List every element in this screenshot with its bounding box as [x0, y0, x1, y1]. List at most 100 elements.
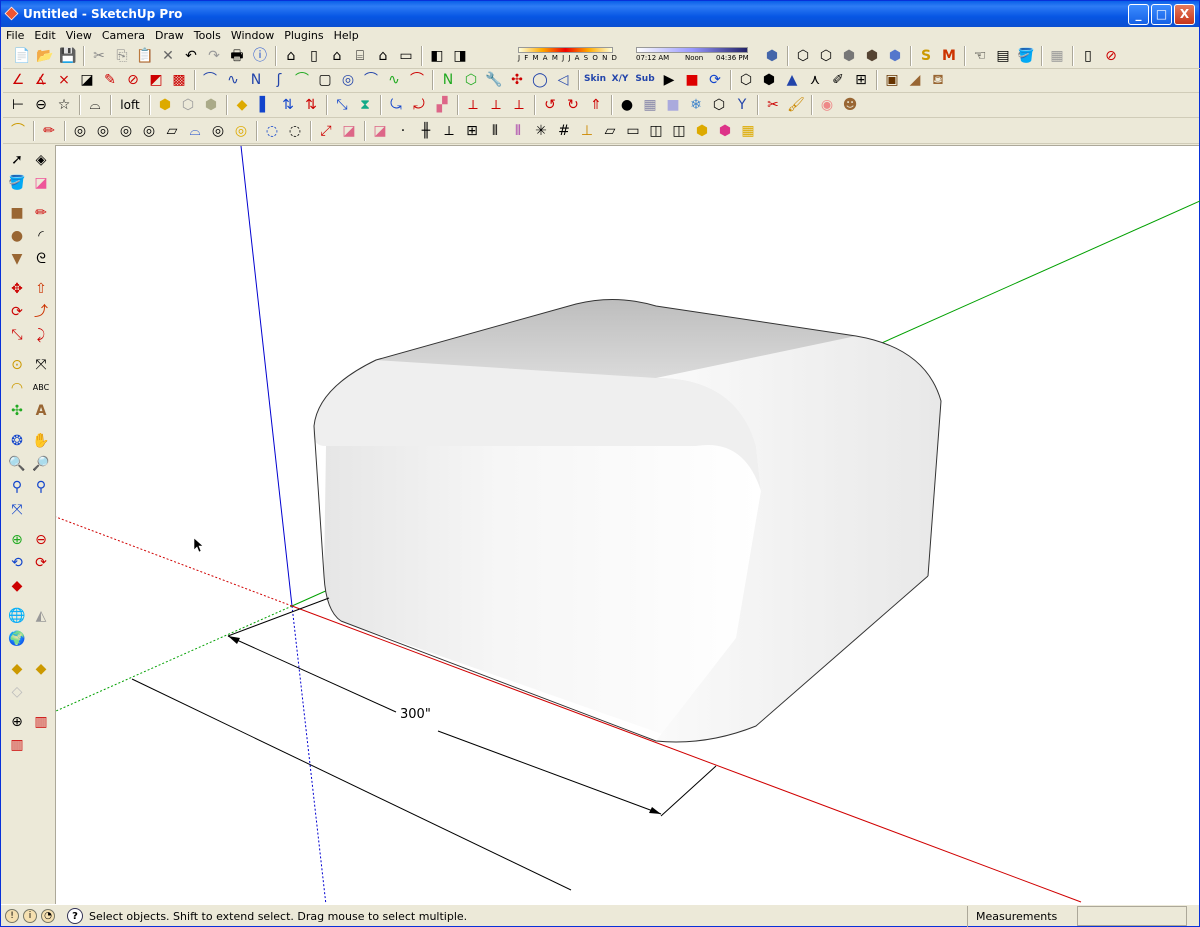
- no-entry-icon[interactable]: ⊘: [1100, 45, 1122, 67]
- freehand-icon[interactable]: ᘓ: [30, 248, 52, 270]
- loft-button[interactable]: loft: [115, 94, 145, 116]
- user-icon[interactable]: ◔: [41, 909, 55, 923]
- line-icon[interactable]: ✏: [30, 202, 52, 224]
- tee-icon[interactable]: ⊢: [7, 94, 29, 116]
- cone-icon[interactable]: ▲: [781, 69, 803, 91]
- right-view-icon[interactable]: ⌸: [349, 45, 371, 67]
- slab-icon[interactable]: ▱: [599, 120, 621, 142]
- plane-b-icon[interactable]: ⟂: [438, 120, 460, 142]
- text-icon[interactable]: ABC: [30, 377, 52, 399]
- components-icon[interactable]: ▦: [1046, 45, 1068, 67]
- ring-e-icon[interactable]: ◎: [207, 120, 229, 142]
- curl-blue-icon[interactable]: ⤿: [385, 94, 407, 116]
- rotate-icon[interactable]: ⟳: [6, 301, 28, 323]
- shaded-icon[interactable]: ⬢: [838, 45, 860, 67]
- print-icon[interactable]: 🖶: [226, 45, 248, 67]
- axis-a-icon[interactable]: ⟂: [462, 94, 484, 116]
- refresh-icon[interactable]: ⟳: [704, 69, 726, 91]
- axis-c-icon[interactable]: ⟂: [508, 94, 530, 116]
- square-slash-icon[interactable]: ◩: [145, 69, 167, 91]
- pink-eraser-icon[interactable]: ◪: [338, 120, 360, 142]
- box-tan-icon[interactable]: ⬢: [200, 94, 222, 116]
- box-a-icon[interactable]: ◫: [645, 120, 667, 142]
- hash-icon[interactable]: ╫: [415, 120, 437, 142]
- open-icon[interactable]: 📂: [34, 45, 56, 67]
- erase-icon[interactable]: ✕: [157, 45, 179, 67]
- top-view-icon[interactable]: ▯: [303, 45, 325, 67]
- next-view-icon[interactable]: ⚲: [30, 476, 52, 498]
- photo-texture-icon[interactable]: ◭: [30, 605, 52, 627]
- pan-icon[interactable]: ✋: [30, 430, 52, 452]
- play-icon[interactable]: ▶: [658, 69, 680, 91]
- rectangle-icon[interactable]: ■: [6, 202, 28, 224]
- figure-icon[interactable]: ⛾: [927, 69, 949, 91]
- model-viewport[interactable]: 300": [55, 145, 1200, 906]
- orbit-icon[interactable]: ❂: [6, 430, 28, 452]
- dot-icon[interactable]: ·: [392, 120, 414, 142]
- dimension-label[interactable]: 300": [400, 707, 431, 722]
- monochrome-icon[interactable]: ⬢: [884, 45, 906, 67]
- geolocation-icon[interactable]: !: [5, 909, 19, 923]
- snowflake-icon[interactable]: ❄: [685, 94, 707, 116]
- copy-icon[interactable]: ⎘: [111, 45, 133, 67]
- box-white-icon[interactable]: ⬡: [177, 94, 199, 116]
- arc-green-icon[interactable]: ⌒: [291, 69, 313, 91]
- title-bar[interactable]: Untitled - SketchUp Pro _ □ X: [1, 1, 1199, 27]
- preview-earth-icon[interactable]: 🌍: [6, 628, 28, 650]
- position-camera-icon[interactable]: ⊕: [6, 711, 28, 733]
- offset-icon[interactable]: ⤸: [30, 324, 52, 346]
- person-icon[interactable]: ☻: [839, 94, 861, 116]
- leaf-icon[interactable]: ⌒: [7, 120, 29, 142]
- scissors-red-icon[interactable]: ✂: [762, 94, 784, 116]
- box-b-icon[interactable]: ◫: [668, 120, 690, 142]
- arrows-red-icon[interactable]: ⇅: [300, 94, 322, 116]
- zigzag-icon[interactable]: Ν: [437, 69, 459, 91]
- tape-measure-icon[interactable]: ⊙: [6, 354, 28, 376]
- t-icon[interactable]: ⊥: [576, 120, 598, 142]
- rot-b-icon[interactable]: ↻: [562, 94, 584, 116]
- hidden-line-icon[interactable]: ⬡: [815, 45, 837, 67]
- push-pull-icon[interactable]: ⇧: [30, 278, 52, 300]
- knife-icon[interactable]: ✏: [38, 120, 60, 142]
- xray-icon[interactable]: ⬢: [761, 45, 783, 67]
- cubes-icon[interactable]: ▦: [639, 94, 661, 116]
- pink-rock-icon[interactable]: ◉: [816, 94, 838, 116]
- paste-icon[interactable]: 📋: [134, 45, 156, 67]
- previous-view-icon[interactable]: ⚲: [6, 476, 28, 498]
- iso-view-icon[interactable]: ⌂: [280, 45, 302, 67]
- box-c-icon[interactable]: ⬢: [691, 120, 713, 142]
- sub-icon[interactable]: Sub: [633, 69, 657, 91]
- scene-icon[interactable]: ▯: [1077, 45, 1099, 67]
- polyline-icon[interactable]: Ν: [245, 69, 267, 91]
- help-icon[interactable]: ?: [67, 908, 83, 924]
- display-sections-icon[interactable]: ◆: [30, 658, 52, 680]
- brush-icon[interactable]: 🖌: [785, 94, 807, 116]
- polygon-green-icon[interactable]: ⬡: [460, 69, 482, 91]
- grid-square-icon[interactable]: ▩: [168, 69, 190, 91]
- rot-a-icon[interactable]: ↺: [539, 94, 561, 116]
- y-icon[interactable]: Y: [731, 94, 753, 116]
- rect-icon[interactable]: ▭: [622, 120, 644, 142]
- time-slider[interactable]: [636, 47, 748, 53]
- bezier-icon[interactable]: ⌒: [199, 69, 221, 91]
- zoom-window-icon[interactable]: 🔎: [30, 453, 52, 475]
- pen-icon[interactable]: ✎: [99, 69, 121, 91]
- shelf-icon[interactable]: ⊞: [850, 69, 872, 91]
- pin-icon[interactable]: ✐: [827, 69, 849, 91]
- grid-pink-icon[interactable]: ⦀: [507, 120, 529, 142]
- follow-me-icon[interactable]: ⤴: [30, 301, 52, 323]
- circle-slash-icon[interactable]: ⊘: [122, 69, 144, 91]
- section-plane-icon[interactable]: ◆: [6, 658, 28, 680]
- stop-icon[interactable]: ■: [681, 69, 703, 91]
- protractor-icon[interactable]: ◠: [6, 377, 28, 399]
- sandbox-m-icon[interactable]: M: [938, 45, 960, 67]
- ellipse-icon[interactable]: ◯: [529, 69, 551, 91]
- bridge-icon[interactable]: ⌓: [184, 120, 206, 142]
- arc-red-icon[interactable]: ⌒: [406, 69, 428, 91]
- spline-green-icon[interactable]: ∿: [383, 69, 405, 91]
- curl-red-icon[interactable]: ⤾: [408, 94, 430, 116]
- sandbox-s-icon[interactable]: S: [915, 45, 937, 67]
- wireframe-icon[interactable]: ⬡: [792, 45, 814, 67]
- date-slider[interactable]: [518, 47, 613, 53]
- box-e-icon[interactable]: ▦: [737, 120, 759, 142]
